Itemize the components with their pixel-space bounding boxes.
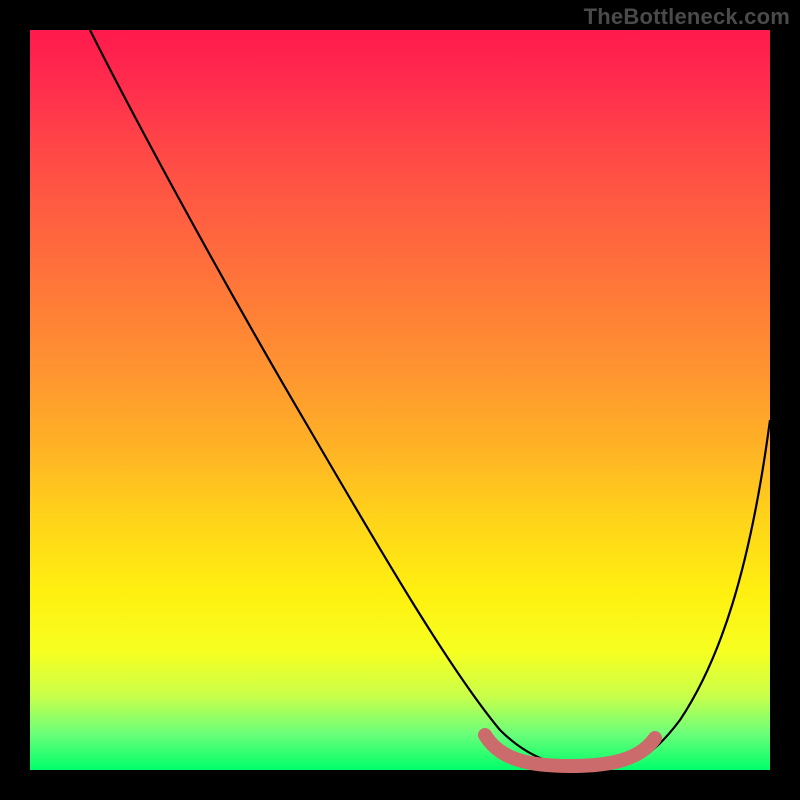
chart-frame: TheBottleneck.com	[0, 0, 800, 800]
watermark-text: TheBottleneck.com	[584, 4, 790, 30]
curve-svg	[30, 30, 770, 770]
plot-area	[30, 30, 770, 770]
bottleneck-curve	[90, 30, 770, 768]
